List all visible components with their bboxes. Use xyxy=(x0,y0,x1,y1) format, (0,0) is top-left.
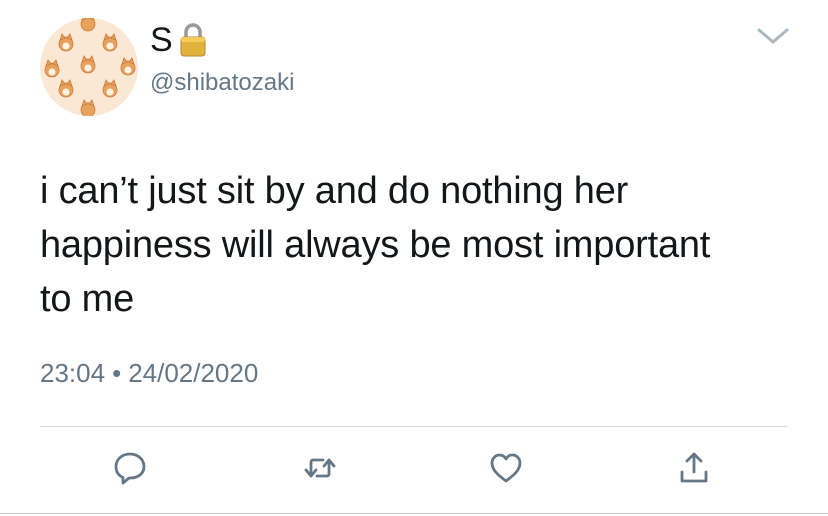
shiba-face-icon xyxy=(102,33,118,52)
display-name[interactable]: S xyxy=(150,20,173,60)
tweet-time[interactable]: 23:04 xyxy=(40,358,105,388)
shiba-face-icon xyxy=(120,57,136,76)
author-name-row: S xyxy=(150,20,208,60)
author-handle[interactable]: @shibatozaki xyxy=(150,68,294,98)
retweet-icon xyxy=(304,458,336,478)
shiba-face-icon xyxy=(44,59,60,78)
tweet-text: i can’t just sit by and do nothing her h… xyxy=(40,164,800,326)
share-button[interactable] xyxy=(674,448,714,488)
lock-icon xyxy=(178,21,208,59)
tweet-timestamp: 23:04 • 24/02/2020 xyxy=(40,356,258,390)
reply-button[interactable] xyxy=(110,448,150,488)
like-button[interactable] xyxy=(486,448,526,488)
shiba-face-icon xyxy=(102,79,118,98)
shiba-face-icon xyxy=(58,79,74,98)
tweet-text-line: i can’t just sit by and do nothing her xyxy=(40,170,629,212)
shiba-pattern-avatar xyxy=(44,18,136,116)
shiba-face-icon xyxy=(80,99,96,116)
reply-icon xyxy=(114,452,146,485)
bottom-border xyxy=(0,513,828,514)
divider xyxy=(40,426,788,427)
tweet-date[interactable]: 24/02/2020 xyxy=(128,358,258,388)
shiba-face-icon xyxy=(58,33,74,52)
action-bar xyxy=(0,448,828,492)
share-icon xyxy=(680,452,708,483)
chevron-down-icon[interactable] xyxy=(755,24,791,48)
retweet-button[interactable] xyxy=(300,448,340,488)
tweet-text-line: to me xyxy=(40,278,135,320)
meta-separator: • xyxy=(112,358,122,388)
tweet-card: S @shibatozaki i can’t just sit by and d… xyxy=(0,0,828,516)
shiba-face-icon xyxy=(80,55,96,74)
avatar[interactable] xyxy=(40,18,138,116)
shiba-face-icon xyxy=(80,18,96,32)
tweet-text-line: happiness will always be most important xyxy=(40,224,711,266)
heart-icon xyxy=(490,453,522,483)
